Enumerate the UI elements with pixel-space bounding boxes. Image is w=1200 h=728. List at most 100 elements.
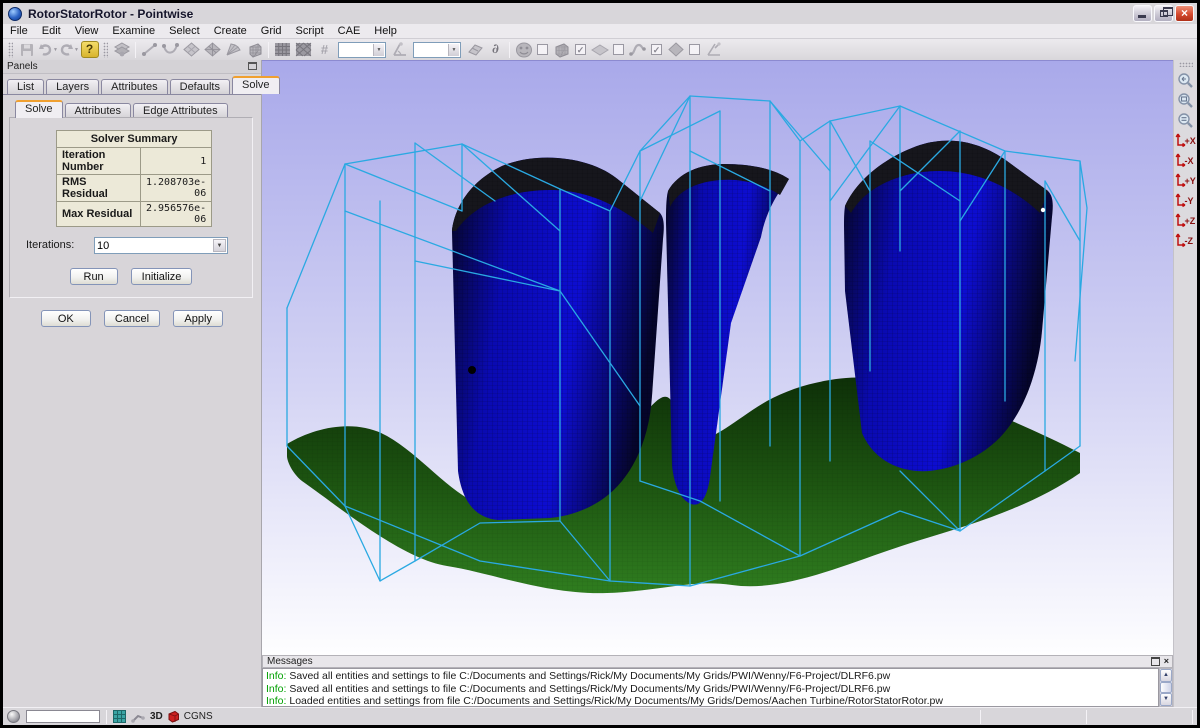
create-spline-button[interactable] — [160, 40, 181, 59]
create-connector-button[interactable] — [139, 40, 160, 59]
menu-select[interactable]: Select — [162, 24, 207, 38]
row-label: Max Residual — [57, 202, 141, 227]
save-button[interactable] — [16, 40, 37, 59]
dimension-button[interactable]: # — [314, 40, 335, 59]
messages-float-icon[interactable] — [1151, 657, 1160, 666]
cae-solver-label: CGNS — [184, 711, 213, 722]
help-button[interactable]: ? — [79, 40, 100, 59]
show-database-checkbox[interactable] — [537, 44, 548, 55]
show-connectors-button[interactable] — [627, 40, 648, 59]
menu-grid[interactable]: Grid — [254, 24, 289, 38]
project-surface-button[interactable] — [464, 40, 485, 59]
toolbar-drag-handle[interactable] — [8, 42, 13, 58]
messages-titlebar[interactable]: Messages × — [262, 655, 1173, 668]
iterations-combo[interactable]: ▼ — [94, 237, 228, 254]
zoom-extents-button[interactable] — [1176, 111, 1196, 130]
tab-layers[interactable]: Layers — [46, 79, 99, 94]
undo-button[interactable]: ▼ — [37, 40, 58, 59]
tab-defaults[interactable]: Defaults — [170, 79, 230, 94]
scroll-up-arrow[interactable]: ▲ — [1160, 669, 1172, 682]
show-spacings-button[interactable] — [665, 40, 686, 59]
panel-float-icon[interactable] — [248, 62, 257, 70]
viewport-3d-scene — [262, 61, 1173, 656]
menu-create[interactable]: Create — [207, 24, 254, 38]
iterations-input[interactable] — [97, 239, 209, 252]
blade-mesh-left — [452, 158, 664, 520]
table-row: RMS Residual 1.208703e-06 — [57, 175, 212, 202]
iterations-dropdown-arrow[interactable]: ▼ — [213, 239, 226, 252]
tab-solve-attributes[interactable]: Attributes — [65, 103, 131, 118]
show-domains-button[interactable] — [589, 40, 610, 59]
messages-log[interactable]: Info: Saved all entities and settings to… — [262, 668, 1159, 707]
row-label: Iteration Number — [57, 148, 141, 175]
messages-scrollbar[interactable]: ▲ ▼ — [1159, 668, 1173, 707]
create-extrude-button[interactable] — [223, 40, 244, 59]
show-spacings-checkbox[interactable] — [689, 44, 700, 55]
show-blocks-checkbox[interactable]: ✓ — [575, 44, 586, 55]
angle-button[interactable] — [389, 40, 410, 59]
log-text: Saved all entities and settings to file … — [286, 670, 890, 682]
log-level: Info: — [266, 670, 286, 682]
row-value: 2.956576e-06 — [141, 202, 212, 227]
viewport-3d[interactable] — [262, 60, 1173, 655]
menu-script[interactable]: Script — [289, 24, 331, 38]
selected-point-marker[interactable] — [468, 366, 476, 374]
dimension-combo[interactable]: ▼ — [338, 42, 386, 58]
apply-button[interactable]: Apply — [173, 310, 223, 327]
tab-solve[interactable]: Solve — [232, 76, 280, 94]
view-minus-y-button[interactable]: -Y — [1175, 191, 1197, 210]
messages-title: Messages — [267, 656, 313, 667]
tab-attributes[interactable]: Attributes — [101, 79, 167, 94]
restore-button[interactable] — [1154, 5, 1173, 22]
toolbar-drag-handle[interactable] — [103, 42, 108, 58]
structured-grid-button[interactable] — [272, 40, 293, 59]
view-plus-y-button[interactable]: +Y — [1175, 171, 1197, 190]
view-plus-x-button[interactable]: +X — [1175, 131, 1197, 150]
menu-edit[interactable]: Edit — [35, 24, 68, 38]
run-button[interactable]: Run — [70, 268, 118, 285]
show-blocks-button[interactable] — [551, 40, 572, 59]
toolbar-drag-handle[interactable] — [1179, 62, 1193, 67]
cancel-button[interactable]: Cancel — [104, 310, 160, 327]
view-minus-x-button[interactable]: -X — [1175, 151, 1197, 170]
menu-view[interactable]: View — [68, 24, 106, 38]
tab-edge-attributes[interactable]: Edge Attributes — [133, 103, 228, 118]
create-block-button[interactable] — [244, 40, 265, 59]
tab-solve-inner[interactable]: Solve — [15, 100, 63, 118]
combo-dropdown-arrow[interactable]: ▼ — [448, 44, 459, 56]
show-domains-checkbox[interactable] — [613, 44, 624, 55]
view-plus-z-button[interactable]: +Z — [1175, 211, 1197, 230]
pointwise-logo-icon — [8, 7, 22, 21]
partial-derivative-button[interactable]: ∂ — [485, 40, 506, 59]
minimize-button[interactable] — [1133, 5, 1152, 22]
log-line: Info: Loaded entities and settings from … — [266, 695, 1158, 707]
zoom-box-button[interactable] — [1176, 91, 1196, 110]
messages-close-icon[interactable]: × — [1164, 657, 1169, 666]
show-database-button[interactable] — [513, 40, 534, 59]
view-minus-z-button[interactable]: -Z — [1175, 231, 1197, 250]
menu-examine[interactable]: Examine — [105, 24, 162, 38]
angle-combo[interactable]: ▼ — [413, 42, 461, 58]
show-angles-button[interactable] — [703, 40, 724, 59]
tab-list[interactable]: List — [7, 79, 44, 94]
title-bar[interactable]: RotorStatorRotor - Pointwise × — [3, 3, 1197, 24]
menu-help[interactable]: Help — [367, 24, 404, 38]
create-domain-button[interactable] — [181, 40, 202, 59]
combo-dropdown-arrow[interactable]: ▼ — [373, 44, 384, 56]
table-row: Iteration Number 1 — [57, 148, 212, 175]
ok-button[interactable]: OK — [41, 310, 91, 327]
panels-stack-button[interactable] — [111, 40, 132, 59]
show-connectors-checkbox[interactable]: ✓ — [651, 44, 662, 55]
scroll-down-arrow[interactable]: ▼ — [1160, 693, 1172, 706]
menu-file[interactable]: File — [3, 24, 35, 38]
panels-header[interactable]: Panels — [3, 60, 261, 74]
log-text: Loaded entities and settings from file C… — [286, 695, 943, 707]
menu-cae[interactable]: CAE — [331, 24, 368, 38]
initialize-button[interactable]: Initialize — [131, 268, 193, 285]
redo-button[interactable]: ▼ — [58, 40, 79, 59]
zoom-previous-button[interactable] — [1176, 71, 1196, 90]
create-unstructured-domain-button[interactable] — [202, 40, 223, 59]
close-button[interactable]: × — [1175, 5, 1194, 22]
scrollbar-thumb[interactable] — [1160, 682, 1172, 693]
unstructured-grid-button[interactable] — [293, 40, 314, 59]
